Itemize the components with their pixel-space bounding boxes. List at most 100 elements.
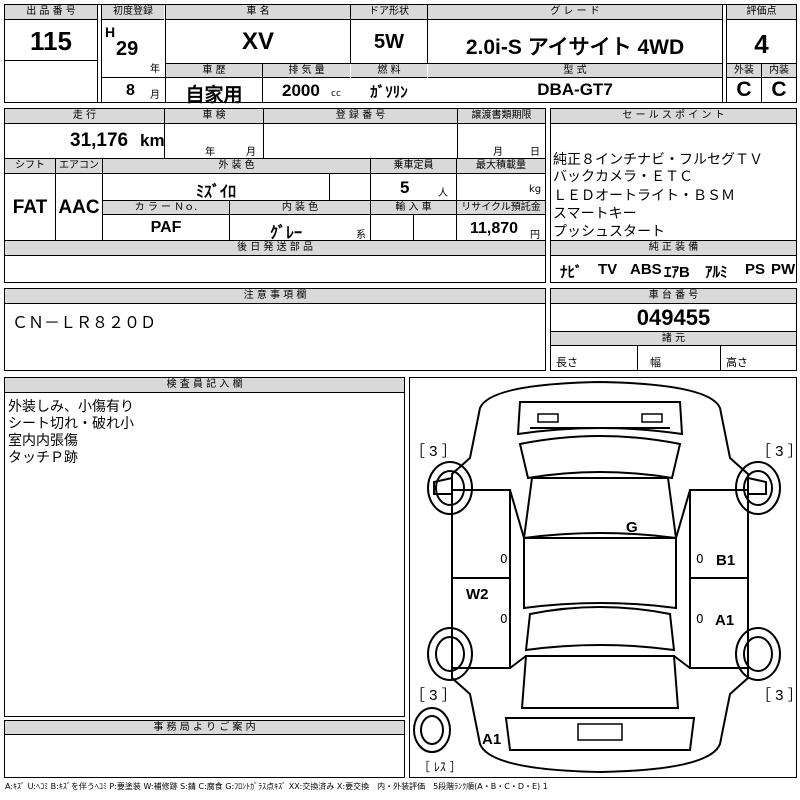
load-unit: kg bbox=[529, 184, 542, 195]
interior-label: 内装 bbox=[762, 64, 796, 78]
recycle-unit: 円 bbox=[530, 230, 540, 241]
door-mark-left-rear: 0 bbox=[500, 612, 508, 626]
reg-year: 29 bbox=[116, 38, 139, 60]
capacity-label: 乗車定員 bbox=[371, 159, 456, 174]
damage-mark-a1-rear: A1 bbox=[482, 731, 502, 748]
tire-tread-front-right: ［ 3 ］ bbox=[756, 443, 800, 460]
door-mark-right-rear: 0 bbox=[696, 612, 704, 626]
history-label: 車 歴 bbox=[166, 64, 262, 78]
damage-mark-w2: W2 bbox=[466, 586, 489, 603]
inspection-label: 車 検 bbox=[165, 109, 263, 124]
notes-label: 注 意 事 項 欄 bbox=[5, 289, 545, 304]
damage-legend: A:ｷｽﾞ U:ﾍｺﾐ B:ｷｽﾞを伴うﾍｺﾐ P:要塗装 W:補修跡 S:錆 … bbox=[5, 782, 548, 791]
sales-point-2: バックカメラ・ＥＴＣ bbox=[553, 168, 693, 184]
color-no: PAF bbox=[150, 219, 182, 236]
width-label: 幅 bbox=[650, 356, 661, 369]
door-type: 5W bbox=[374, 31, 404, 53]
lot-number: 115 bbox=[30, 26, 72, 56]
recycle-label: リサイクル預託金 bbox=[457, 201, 545, 215]
capacity-unit: 人 bbox=[438, 188, 448, 199]
displacement-label: 排 気 量 bbox=[263, 64, 350, 78]
year-unit: 年 bbox=[150, 64, 160, 75]
length-label: 長さ bbox=[556, 356, 578, 369]
displacement: 2000 bbox=[282, 81, 320, 100]
color-no-label: カ ラ ー Ｎｏ. bbox=[103, 201, 229, 215]
first-reg-label: 初度登録 bbox=[102, 5, 164, 20]
equipment-item-abs: ABS bbox=[630, 261, 662, 278]
office-label: 事 務 局 よ り ご 案 内 bbox=[5, 721, 404, 735]
capacity: 5 bbox=[400, 178, 410, 197]
era: H bbox=[105, 24, 116, 40]
month-unit: 月 bbox=[150, 90, 160, 101]
tire-tread-rear-right: ［ 3 ］ bbox=[756, 687, 800, 704]
damage-mark-b1: B1 bbox=[716, 552, 736, 569]
tire-tread-rear-left: ［ 3 ］ bbox=[410, 687, 457, 704]
equipment-item-navi: ﾅﾋﾞ bbox=[560, 264, 583, 281]
spare-tire-label: ［ ﾚｽ ］ bbox=[418, 760, 462, 774]
dims-label: 諸 元 bbox=[551, 332, 796, 346]
ac: AAC bbox=[58, 197, 100, 218]
equipment-item-alloy: ｱﾙﾐ bbox=[705, 264, 728, 281]
equipment-item-tv: TV bbox=[598, 261, 618, 278]
int-color-unit: 系 bbox=[356, 230, 366, 241]
car-outline bbox=[413, 380, 781, 774]
transfer-day-unit: 日 bbox=[530, 147, 540, 158]
equipment-item-pw: PW bbox=[771, 261, 796, 278]
int-color-label: 内 装 色 bbox=[230, 201, 370, 215]
import-label: 輸 入 車 bbox=[371, 201, 456, 215]
inspection-year-unit: 年 bbox=[205, 147, 215, 158]
damage-mark-a1-side: A1 bbox=[715, 612, 735, 629]
sales-point-3: ＬＥＤオートライト・ＢＳＭ bbox=[553, 187, 735, 203]
color: ﾐｽﾞｲﾛ bbox=[195, 184, 236, 201]
inspector-line-4: タッチＰ跡 bbox=[8, 450, 78, 466]
grade: 2.0i-S アイサイト 4WD bbox=[465, 36, 685, 59]
door-mark-right-front: 0 bbox=[696, 552, 704, 566]
exterior-grade: C bbox=[736, 78, 752, 101]
score: 4 bbox=[754, 29, 769, 59]
color-label: 外 装 色 bbox=[103, 159, 370, 174]
door-label: ドア形状 bbox=[351, 5, 427, 20]
chassis-number: 049455 bbox=[636, 305, 711, 330]
tire-tread-front-left: ［ 3 ］ bbox=[410, 443, 457, 460]
car-damage-diagram: ［ 3 ］ ［ 3 ］ ［ 3 ］ ［ 3 ］ ［ ﾚｽ ］ G B1 W2 A… bbox=[409, 377, 800, 778]
sales-point-4: スマートキー bbox=[553, 205, 637, 221]
displacement-unit: cc bbox=[331, 89, 341, 99]
inspector-label: 検 査 員 記 入 欄 bbox=[5, 378, 404, 393]
sales-point-5: プッシュスタート bbox=[553, 223, 665, 239]
notes-text: ＣＮ－ＬＲ８２０Ｄ bbox=[12, 313, 157, 332]
shift: FAT bbox=[12, 197, 48, 218]
model: DBA-GT7 bbox=[537, 80, 613, 99]
model-label: 型 式 bbox=[428, 64, 722, 78]
sales-points-label: セ ー ル ス ポ イ ン ト bbox=[551, 109, 796, 124]
reg-no-label: 登 録 番 号 bbox=[264, 109, 457, 124]
grade-label: グ レ ー ド bbox=[428, 5, 722, 20]
history: 自家用 bbox=[185, 85, 243, 106]
score-label: 評価点 bbox=[727, 5, 796, 20]
interior-grade: C bbox=[771, 78, 787, 101]
height-label: 高さ bbox=[726, 356, 748, 369]
lot-label: 出 品 番 号 bbox=[5, 5, 97, 20]
damage-mark-g: G bbox=[626, 519, 638, 536]
car-name: XV bbox=[241, 28, 274, 55]
fuel-label: 燃 料 bbox=[351, 64, 427, 78]
reg-month: 8 bbox=[126, 82, 135, 99]
later-parts-label: 後 日 発 送 部 品 bbox=[5, 241, 545, 256]
equipment-label: 純 正 装 備 bbox=[551, 241, 796, 256]
car-name-label: 車 名 bbox=[166, 5, 350, 20]
inspection-month-unit: 月 bbox=[246, 147, 256, 158]
transfer-month-unit: 月 bbox=[493, 147, 503, 158]
door-mark-left-front: 0 bbox=[500, 552, 508, 566]
transfer-label: 譲渡書類期限 bbox=[458, 109, 545, 124]
load-label: 最大積載量 bbox=[457, 159, 545, 174]
mileage: 31,176 bbox=[70, 130, 129, 151]
shift-label: シフト bbox=[5, 159, 55, 174]
recycle-fee: 11,870 bbox=[470, 220, 519, 237]
ac-label: エアコン bbox=[56, 159, 102, 174]
fuel: ｶﾞｿﾘﾝ bbox=[370, 84, 408, 101]
equipment-item-airbag: ｴｱB bbox=[664, 264, 690, 281]
exterior-label: 外装 bbox=[727, 64, 761, 78]
equipment-item-ps: PS bbox=[745, 261, 766, 278]
chassis-label: 車 台 番 号 bbox=[551, 289, 796, 304]
mileage-label: 走 行 bbox=[5, 109, 164, 124]
mileage-unit: km bbox=[140, 131, 165, 150]
